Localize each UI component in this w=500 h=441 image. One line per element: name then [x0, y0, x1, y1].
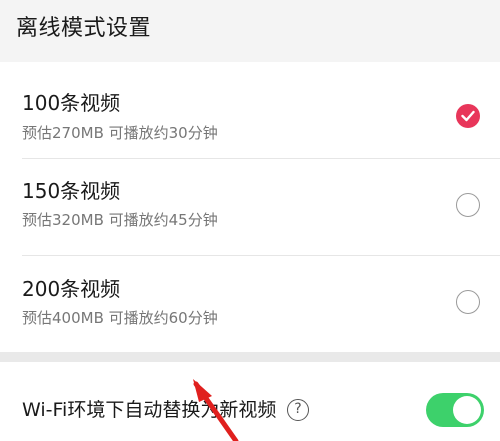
page-header: 离线模式设置: [0, 0, 500, 62]
option-subtitle: 预估270MB 可播放约30分钟: [22, 124, 218, 142]
option-title: 200条视频: [22, 277, 121, 301]
option-title: 150条视频: [22, 179, 121, 203]
toggle-knob: [453, 396, 481, 424]
radio-unchecked-icon[interactable]: [456, 193, 480, 217]
radio-checked-icon[interactable]: [456, 104, 480, 128]
radio-unchecked-icon[interactable]: [456, 290, 480, 314]
option-subtitle: 预估400MB 可播放约60分钟: [22, 309, 218, 327]
checkmark-icon: [461, 110, 475, 122]
section-separator: [0, 352, 500, 362]
option-title: 100条视频: [22, 91, 121, 115]
option-subtitle: 预估320MB 可播放约45分钟: [22, 211, 218, 229]
option-150-videos[interactable]: 150条视频 预估320MB 可播放约45分钟: [0, 159, 500, 255]
question-circle-icon[interactable]: ?: [287, 399, 309, 421]
option-100-videos[interactable]: 100条视频 预估270MB 可播放约30分钟: [0, 62, 500, 158]
wifi-auto-replace-toggle[interactable]: [426, 393, 484, 427]
option-200-videos[interactable]: 200条视频 预估400MB 可播放约60分钟: [0, 256, 500, 352]
wifi-auto-replace-label: Wi-Fi环境下自动替换为新视频: [22, 399, 277, 421]
wifi-auto-replace-setting: Wi-Fi环境下自动替换为新视频 ?: [0, 362, 500, 441]
video-count-options: 100条视频 预估270MB 可播放约30分钟 150条视频 预估320MB 可…: [0, 62, 500, 352]
page-title: 离线模式设置: [16, 16, 152, 41]
